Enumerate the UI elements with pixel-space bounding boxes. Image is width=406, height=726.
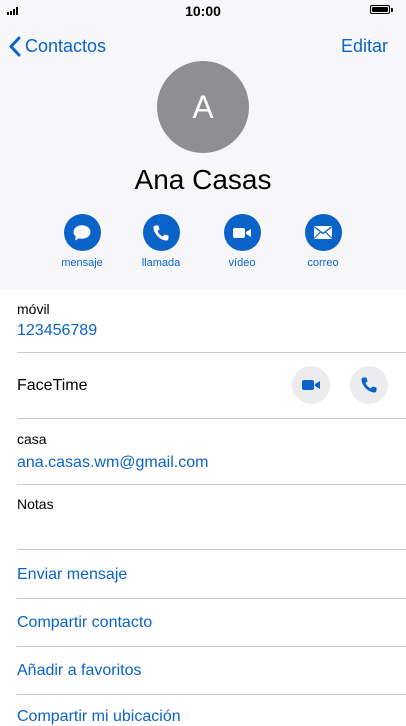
email-label: casa xyxy=(17,431,47,447)
back-button-label: Contactos xyxy=(25,35,107,56)
facetime-label: FaceTime xyxy=(17,377,88,394)
message-button-label: mensaje xyxy=(61,257,103,269)
back-button[interactable]: Contactos xyxy=(8,34,106,58)
mail-button-label: correo xyxy=(307,257,339,269)
divider xyxy=(17,598,406,599)
avatar: A xyxy=(157,61,249,153)
send-message-link[interactable]: Enviar mensaje xyxy=(17,566,127,584)
share-contact-link[interactable]: Compartir contacto xyxy=(17,614,152,632)
divider xyxy=(17,352,406,353)
video-button-label: vídeo xyxy=(228,257,256,269)
notes-label: Notas xyxy=(17,496,54,512)
divider xyxy=(17,694,406,695)
video-icon xyxy=(302,380,320,390)
status-time: 10:00 xyxy=(185,3,221,19)
divider xyxy=(17,484,406,485)
mobile-label: móvil xyxy=(17,301,50,317)
add-to-favorites-link[interactable]: Añadir a favoritos xyxy=(17,662,142,680)
mail-icon xyxy=(314,226,332,239)
chevron-left-icon xyxy=(9,36,21,56)
call-button[interactable]: llamada xyxy=(131,214,191,269)
edit-button[interactable]: Editar xyxy=(341,36,388,57)
divider xyxy=(17,549,406,550)
mail-button[interactable]: correo xyxy=(293,214,353,269)
mobile-number[interactable]: 123456789 xyxy=(17,322,97,340)
email-address[interactable]: ana.casas.wm@gmail.com xyxy=(17,454,208,472)
contact-name: Ana Casas xyxy=(134,164,272,195)
video-button[interactable]: vídeo xyxy=(212,214,272,269)
phone-icon xyxy=(153,225,169,241)
divider xyxy=(17,646,406,647)
phone-icon xyxy=(361,377,377,393)
avatar-initial: A xyxy=(192,88,214,125)
facetime-video-button[interactable] xyxy=(292,366,330,404)
facetime-audio-button[interactable] xyxy=(350,366,388,404)
call-button-label: llamada xyxy=(141,257,181,269)
share-location-link[interactable]: Compartir mi ubicación xyxy=(17,708,181,726)
message-icon xyxy=(73,224,91,240)
battery-icon xyxy=(370,5,394,15)
message-button[interactable]: mensaje xyxy=(52,214,112,269)
status-bar: 10:00 xyxy=(0,0,406,22)
divider xyxy=(17,418,406,419)
video-icon xyxy=(233,227,251,238)
